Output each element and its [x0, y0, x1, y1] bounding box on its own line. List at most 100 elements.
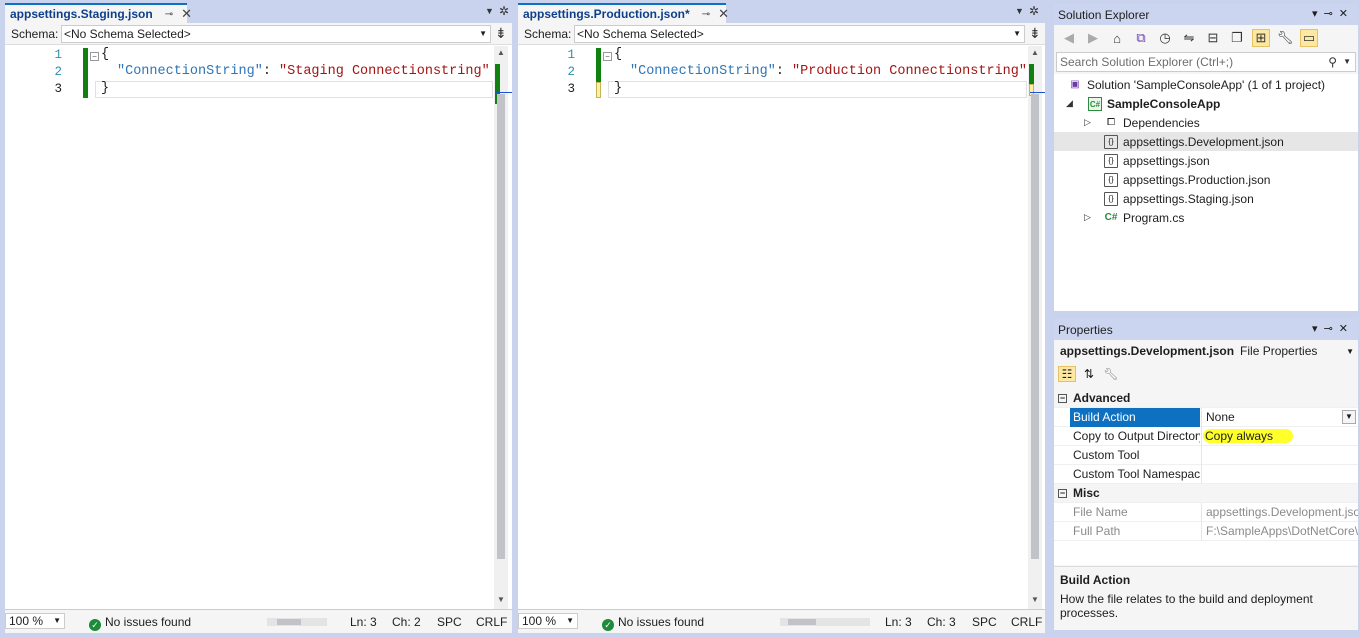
property-value[interactable]: F:\SampleApps\DotNetCore\ [1201, 521, 1358, 541]
tree-item-project[interactable]: ◢ C# SampleConsoleApp [1054, 94, 1358, 113]
change-marker [1029, 64, 1034, 84]
scroll-down-icon[interactable]: ▼ [494, 595, 508, 607]
property-copy-to-output[interactable]: Copy to Output Directory Copy always [1054, 426, 1358, 446]
zoom-select[interactable]: 100 % ▼ [5, 613, 65, 629]
tab-staging-json[interactable]: appsettings.Staging.json ⊸ ✕ [5, 3, 192, 23]
collapsed-icon[interactable]: ▷ [1084, 212, 1091, 223]
scrollbar-thumb[interactable] [1031, 94, 1039, 559]
pin-toolbar-icon[interactable]: ▭ [1300, 29, 1318, 47]
properties-wrench-icon[interactable]: 🔧︎ [1276, 30, 1294, 46]
code-editor[interactable]: 1 2 3 − { "ConnectionString": "Productio… [518, 46, 1045, 609]
show-all-files-icon[interactable]: ❐ [1228, 30, 1246, 46]
line-number: 1 [567, 48, 575, 62]
solution-explorer-toolbar: ◀ ▶ ⌂ ⧉ ◷ ⇋ ⊟ ❐ ⊞ 🔧︎ ▭ [1054, 25, 1358, 51]
sync-icon[interactable]: ⇋ [1180, 30, 1198, 46]
tree-item-appsettings[interactable]: {} appsettings.json [1054, 151, 1358, 170]
split-window-icon[interactable]: ⇟ [495, 25, 507, 42]
scroll-up-icon[interactable]: ▲ [494, 48, 508, 60]
property-custom-tool-namespace[interactable]: Custom Tool Namespace [1054, 464, 1358, 484]
categorized-icon[interactable]: ☷ [1058, 366, 1076, 382]
schema-select[interactable]: <No Schema Selected> ▼ [574, 25, 1025, 43]
line-number: 2 [54, 65, 62, 79]
chevron-down-icon[interactable]: ▾ [1312, 323, 1324, 335]
collapse-all-icon[interactable]: ⊟ [1204, 30, 1222, 46]
editor-status-bar: 100 % ▼ ✓ No issues found Ln: 3 Ch: 3 SPC … [518, 609, 1045, 633]
tree-item-solution[interactable]: ▣ Solution 'SampleConsoleApp' (1 of 1 pr… [1054, 75, 1358, 94]
csharp-file-icon: C# [1104, 211, 1118, 223]
tab-strip: appsettings.Staging.json ⊸ ✕ ▼ ✲ [5, 3, 512, 23]
close-icon[interactable]: ✕ [718, 6, 729, 22]
properties-object-selector[interactable]: appsettings.Development.json File Proper… [1054, 340, 1358, 362]
property-value[interactable]: None ▼ [1201, 407, 1358, 427]
tab-list-dropdown-icon[interactable]: ▼ [1015, 6, 1024, 16]
collapsed-icon[interactable]: ▷ [1084, 117, 1091, 128]
tree-item-appsettings-production[interactable]: {} appsettings.Production.json [1054, 170, 1358, 189]
schema-select[interactable]: <No Schema Selected> ▼ [61, 25, 491, 43]
tree-item-appsettings-development[interactable]: {} appsettings.Development.json [1054, 132, 1358, 151]
line-ending-indicator[interactable]: CRLF [476, 615, 507, 629]
tree-item-program-cs[interactable]: ▷ C# Program.cs [1054, 208, 1358, 227]
property-build-action[interactable]: Build Action None ▼ [1054, 407, 1358, 427]
line-ending-indicator[interactable]: CRLF [1011, 615, 1042, 629]
scrollbar-thumb[interactable] [277, 619, 301, 625]
property-pages-icon[interactable]: 🔧︎ [1102, 367, 1120, 381]
property-value[interactable] [1201, 445, 1358, 465]
close-icon[interactable]: ✕ [1339, 323, 1354, 335]
tree-item-appsettings-staging[interactable]: {} appsettings.Staging.json [1054, 189, 1358, 208]
line-number: 3 [54, 82, 62, 96]
scrollbar-thumb[interactable] [788, 619, 816, 625]
forward-icon[interactable]: ▶ [1084, 30, 1102, 46]
horizontal-scrollbar[interactable] [780, 618, 870, 626]
check-circle-icon: ✓ [89, 619, 101, 631]
category-misc[interactable]: − Misc [1054, 484, 1358, 503]
vertical-scrollbar[interactable]: ▲ ▼ [494, 46, 508, 609]
gear-icon[interactable]: ✲ [1029, 4, 1039, 18]
scroll-up-icon[interactable]: ▲ [1028, 48, 1042, 60]
preview-selected-icon[interactable]: ⊞ [1252, 29, 1270, 47]
tree-item-dependencies[interactable]: ▷ ⧠ Dependencies [1054, 113, 1358, 132]
zoom-select[interactable]: 100 % ▼ [518, 613, 578, 629]
property-value[interactable]: appsettings.Development.json [1201, 502, 1358, 522]
gear-icon[interactable]: ✲ [499, 4, 509, 18]
pending-changes-filter-icon[interactable]: ◷ [1156, 30, 1174, 46]
pin-icon[interactable]: ⊸ [1324, 323, 1339, 335]
tab-list-dropdown-icon[interactable]: ▼ [485, 6, 494, 16]
collapse-icon[interactable]: − [1058, 393, 1067, 403]
chevron-down-icon[interactable]: ▼ [1343, 53, 1351, 71]
alphabetical-icon[interactable]: ⇅ [1080, 367, 1098, 381]
pin-icon[interactable]: ⊸ [1324, 8, 1339, 20]
chevron-down-icon[interactable]: ▼ [1342, 409, 1356, 424]
horizontal-scrollbar[interactable] [267, 618, 327, 626]
issues-status[interactable]: ✓ No issues found [602, 615, 704, 631]
switch-views-icon[interactable]: ⧉ [1132, 30, 1150, 46]
pin-icon[interactable]: ⊸ [702, 9, 710, 20]
whitespace-indicator[interactable]: SPC [972, 615, 997, 629]
pin-icon[interactable]: ⊸ [165, 9, 173, 20]
tab-production-json[interactable]: appsettings.Production.json* ⊸ ✕ [518, 3, 729, 23]
property-name: Copy to Output Directory [1073, 428, 1200, 443]
chevron-down-icon[interactable]: ▾ [1312, 8, 1324, 20]
collapse-icon[interactable]: − [1058, 488, 1067, 498]
solution-search-input[interactable]: Search Solution Explorer (Ctrl+;) ⚲ ▼ [1056, 52, 1356, 72]
close-icon[interactable]: ✕ [181, 6, 192, 22]
property-full-path[interactable]: Full Path F:\SampleApps\DotNetCore\ [1054, 521, 1358, 541]
back-icon[interactable]: ◀ [1060, 30, 1078, 46]
collapse-icon[interactable]: − [603, 52, 612, 61]
property-value[interactable]: Copy always [1201, 426, 1358, 446]
issues-status[interactable]: ✓ No issues found [89, 615, 191, 631]
home-icon[interactable]: ⌂ [1108, 31, 1126, 46]
property-custom-tool[interactable]: Custom Tool [1054, 445, 1358, 465]
close-icon[interactable]: ✕ [1339, 8, 1354, 20]
code-editor[interactable]: 1 2 3 − { "ConnectionString": "Staging C… [5, 46, 512, 609]
category-advanced[interactable]: − Advanced [1054, 389, 1358, 408]
property-value[interactable] [1201, 464, 1358, 484]
vertical-scrollbar[interactable]: ▲ ▼ [1028, 46, 1042, 609]
scrollbar-thumb[interactable] [497, 94, 505, 559]
search-icon[interactable]: ⚲ [1328, 53, 1337, 71]
split-window-icon[interactable]: ⇟ [1029, 25, 1041, 42]
whitespace-indicator[interactable]: SPC [437, 615, 462, 629]
collapse-icon[interactable]: − [90, 52, 99, 61]
scroll-down-icon[interactable]: ▼ [1028, 595, 1042, 607]
expanded-icon[interactable]: ◢ [1066, 98, 1073, 109]
property-file-name[interactable]: File Name appsettings.Development.json [1054, 502, 1358, 522]
